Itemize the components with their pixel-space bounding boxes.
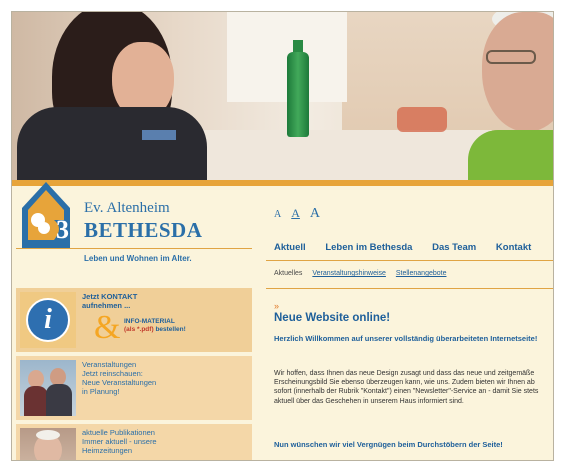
page-frame: 3 Ev. Altenheim BETHESDA Leben und Wohne… (11, 11, 554, 461)
contact-text[interactable]: Jetzt KONTAKT aufnehmen ... (82, 292, 137, 310)
bethesda-logo[interactable]: 3 (18, 168, 74, 252)
logo-divider (16, 248, 252, 249)
ampersand-icon: & (94, 309, 121, 346)
info-icon: i (26, 298, 70, 342)
header-divider (12, 180, 553, 186)
info-material-format: (als *.pdf) (124, 326, 154, 333)
main-nav: Aktuell Leben im Bethesda Das Team Konta… (274, 242, 548, 253)
article-closing: Nun wünschen wir viel Vergnügen beim Dur… (274, 440, 503, 449)
nav-item-kontakt[interactable]: Kontakt (496, 242, 531, 253)
nav-item-leben[interactable]: Leben im Bethesda (325, 242, 412, 253)
bullet-arrow-icon: » (274, 301, 280, 311)
events-box[interactable]: Veranstaltungen Jetzt reinschauen: Neue … (16, 356, 252, 420)
events-line: Jetzt reinschauen: (82, 369, 143, 378)
events-thumbnail[interactable] (20, 360, 76, 416)
article-body: Wir hoffen, dass Ihnen das neue Design z… (274, 370, 539, 405)
tagline: Leben und Wohnen im Alter. (84, 254, 192, 263)
info-material-line-2: bestellen! (155, 326, 186, 333)
sub-nav-current[interactable]: Aktuelles (274, 270, 302, 277)
nav-item-team[interactable]: Das Team (432, 242, 476, 253)
svg-text:3: 3 (56, 215, 69, 244)
publications-text[interactable]: aktuelle Publikationen Immer aktuell - u… (82, 428, 157, 461)
font-size-large-button[interactable]: A (310, 206, 320, 221)
contact-box[interactable]: i Jetzt KONTAKT aufnehmen ... & INFO-MAT… (16, 288, 252, 352)
org-name: Ev. Altenheim (84, 200, 170, 216)
events-line: Neue Veranstaltungen (82, 378, 157, 387)
events-text[interactable]: Veranstaltungen Jetzt reinschauen: Neue … (82, 360, 156, 396)
info-material-link[interactable]: INFO-MATERIAL (als *.pdf) bestellen! (124, 318, 186, 334)
font-size-medium-button[interactable]: A (291, 206, 300, 220)
sub-nav-link-events[interactable]: Veranstaltungshinweise (312, 270, 386, 277)
article-intro: Herzlich Willkommen auf unserer vollstän… (274, 334, 538, 343)
nav-item-aktuell[interactable]: Aktuell (274, 242, 306, 253)
font-size-controls: A A A (274, 204, 326, 222)
article-title: Neue Website online! (274, 312, 391, 324)
sub-nav: Aktuelles Veranstaltungshinweise Stellen… (274, 270, 454, 277)
org-title[interactable]: BETHESDA (84, 218, 202, 243)
events-line: in Planung! (82, 387, 120, 396)
hero-photo (12, 12, 553, 180)
publications-box[interactable]: aktuelle Publikationen Immer aktuell - u… (16, 424, 252, 461)
nav-divider (266, 260, 553, 261)
contact-line-1: Jetzt KONTAKT (82, 292, 138, 301)
sub-nav-link-jobs[interactable]: Stellenangebote (396, 270, 447, 277)
publications-title: aktuelle Publikationen (82, 428, 155, 437)
publications-thumbnail[interactable] (20, 428, 76, 460)
publications-line: Heimzeitungen (82, 446, 133, 455)
font-size-small-button[interactable]: A (274, 209, 281, 220)
publications-line: ... (82, 455, 89, 461)
events-title: Veranstaltungen (82, 360, 137, 369)
publications-line: Immer aktuell - unsere (82, 437, 157, 446)
info-material-line-1: INFO-MATERIAL (124, 318, 175, 325)
sub-nav-divider (266, 288, 553, 289)
info-thumbnail[interactable]: i (20, 292, 76, 348)
